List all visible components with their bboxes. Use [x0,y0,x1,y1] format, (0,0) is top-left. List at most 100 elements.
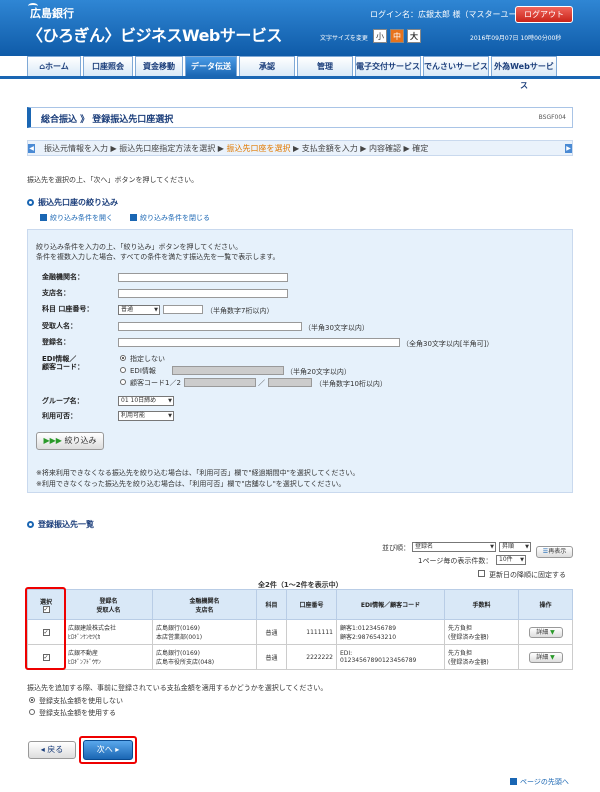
detail-button[interactable]: 詳細 ▼ [528,626,563,638]
acct-number-input[interactable] [163,305,203,314]
datetime: 2016年09月07日 10時00分00秒 [470,35,562,42]
nav-account[interactable]: 口座照会 [83,56,133,76]
group-select[interactable]: 01 10日締め [118,396,174,406]
page-top-link[interactable]: ページの先頭へ [510,777,569,787]
row-type-cell: 普通 [256,619,287,645]
detail-button[interactable]: 詳細 ▼ [528,651,563,663]
step-5: 内容確認 [369,144,401,153]
th-acct: 口座番号 [286,589,337,620]
service-name: 〈ひろぎん〉ビジネスWebサービス [27,26,282,45]
edi-info-hint: （半角20文字以内） [286,368,351,376]
font-size-label: 文字サイズを変更 [320,35,368,42]
usable-select[interactable]: 利用可能 [118,411,174,421]
group-label: グループ名： [42,397,84,405]
perpage-select[interactable]: 10件 [496,555,526,565]
cust-code-separator: ／ [258,379,265,387]
row-type-cell: 普通 [256,644,287,670]
square-icon [40,214,47,221]
font-small-button[interactable]: 小 [373,29,387,43]
row-fee-cell: 先方負担 (登録済み金額) [444,619,519,645]
th-bank: 金融機関名 支店名 [152,589,257,620]
nav-data[interactable]: データ伝送 [185,56,237,76]
cust-code1-input[interactable] [184,378,256,387]
step-2: 振込先口座指定方法を選択 [119,144,216,153]
font-medium-button[interactable]: 中 [390,29,404,43]
row-op-cell: 詳細 ▼ [518,644,573,670]
edi-none-radio[interactable] [120,355,126,361]
order-select[interactable]: 昇順 [499,542,531,552]
cust-code2-input[interactable] [268,378,312,387]
payee-input[interactable] [118,322,302,331]
usable-label: 利用可否： [42,412,77,420]
nav-gaitame[interactable]: 外為Webサービス [491,56,557,90]
row-acct-cell: 2222222 [286,644,337,670]
filter-panel: 絞り込み条件を入力の上、「絞り込み」ボタンを押してください。 条件を複数入力した… [27,229,573,493]
edi-info-input[interactable] [172,366,284,375]
select-column-highlight [25,587,66,670]
nav-edoc[interactable]: 電子交付サービス [355,56,421,76]
regname-hint: （全角30文字以内[半角可]） [402,340,494,348]
page-title: 総合振込 》 登録振込先口座選択 [41,115,174,125]
step-next-icon: ▶ [565,144,572,153]
row-bank-cell: 広島銀行(0169) 本店営業部(001) [152,619,257,645]
nav-manage[interactable]: 管理 [297,56,353,76]
amount-not-use-radio[interactable] [29,697,35,703]
fix-order-checkbox[interactable] [478,570,485,577]
filter-open-link[interactable]: 絞り込み条件を開く [40,213,113,223]
section-bullet-icon [27,521,34,528]
table-row: ✓ 広銀不動産 ﾋﾛｷﾞﾝﾌﾄﾞｳｻﾝ 広島銀行(0169) 広島市役所支店(048… [27,644,573,670]
row-bank-cell: 広島銀行(0169) 広島市役所支店(048) [152,644,257,670]
nav-densai[interactable]: でんさいサービス [423,56,489,76]
row-acct-cell: 1111111 [286,619,337,645]
main-nav: ⌂ホーム 口座照会 資金移動 データ伝送 承認 管理 電子交付サービス でんさい… [27,56,559,90]
redisplay-button[interactable]: ☰再表示 [536,546,573,558]
font-large-button[interactable]: 大 [407,29,421,43]
branch-label: 支店名： [42,289,70,297]
step-4: 支払金額を入力 [301,144,358,153]
th-fee: 手数料 [444,589,519,620]
perpage-label: 1ページ毎の表示件数： [418,557,493,565]
regname-input[interactable] [118,338,400,347]
filter-close-link[interactable]: 絞り込み条件を閉じる [130,213,210,223]
step-3: 振込先口座を選択 [226,144,291,153]
list-heading: 登録振込先一覧 [27,519,94,530]
logout-button[interactable]: ログアウト [515,6,573,23]
table-row: ✓ 広銀建設株式会社 ﾋﾛｷﾞﾝｹﾝｾﾂ(ｶ 広島銀行(0169) 本店営業部(00… [27,619,573,645]
nav-home[interactable]: ⌂ホーム [27,56,81,76]
square-icon [510,778,517,785]
edi-info-radio[interactable] [120,367,126,373]
bank-label: 金融機関名： [42,273,84,281]
step-indicator: ◀ 振込元情報を入力 ▶ 振込先口座指定方法を選択 ▶ 振込先口座を選択 ▶ 支… [27,140,573,156]
section-bullet-icon [27,199,34,206]
row-name-cell: 広銀不動産 ﾋﾛｷﾞﾝﾌﾄﾞｳｻﾝ [64,644,153,670]
filter-button[interactable]: ▶▶▶ 絞り込み [36,432,104,450]
acct-hint: （半角数字7桁以内） [206,307,274,315]
payee-table: 選択 ✓ 登録名 受取人名 金融機関名 支店名 科目 口座番号 EDI情報／顧客コード… [27,589,573,670]
filter-desc1: 絞り込み条件を入力の上、「絞り込み」ボタンを押してください。 [36,243,243,251]
nav-transfer[interactable]: 資金移動 [135,56,183,76]
instruction: 振込先を選択の上、「次へ」ボタンを押してください。 [27,176,199,184]
step-1: 振込元情報を入力 [44,144,108,153]
step-prev-icon: ◀ [28,144,35,153]
sort-select[interactable]: 登録名 [412,542,496,552]
cust-code-radio[interactable] [120,379,126,385]
edi-label-2: 顧客コード： [42,363,84,371]
payee-hint: （半角30文字以内） [304,324,369,332]
screen-code: BSGF004 [538,114,566,121]
nav-approve[interactable]: 承認 [239,56,295,76]
row-edi-cell: EDI: 01234567890123456789 [336,644,445,670]
bank-input[interactable] [118,273,288,282]
acct-type-select[interactable]: 普通 [118,305,160,315]
amount-use-radio[interactable] [29,709,35,715]
bank-name: 広島銀行 [30,7,74,20]
branch-input[interactable] [118,289,288,298]
chevron-down-icon: ▼ [550,628,555,636]
fix-order-label: 更新日の降順に固定する [489,571,566,579]
chevron-down-icon: ▼ [550,653,555,661]
payee-label: 受取人名： [42,322,77,330]
th-regname: 登録名 受取人名 [64,589,153,620]
th-type: 科目 [256,589,287,620]
page-title-bar: 総合振込 》 登録振込先口座選択 BSGF004 [27,107,573,128]
back-button[interactable]: ◂ 戻る [28,741,76,759]
edi-none-label: 指定しない [130,355,165,363]
